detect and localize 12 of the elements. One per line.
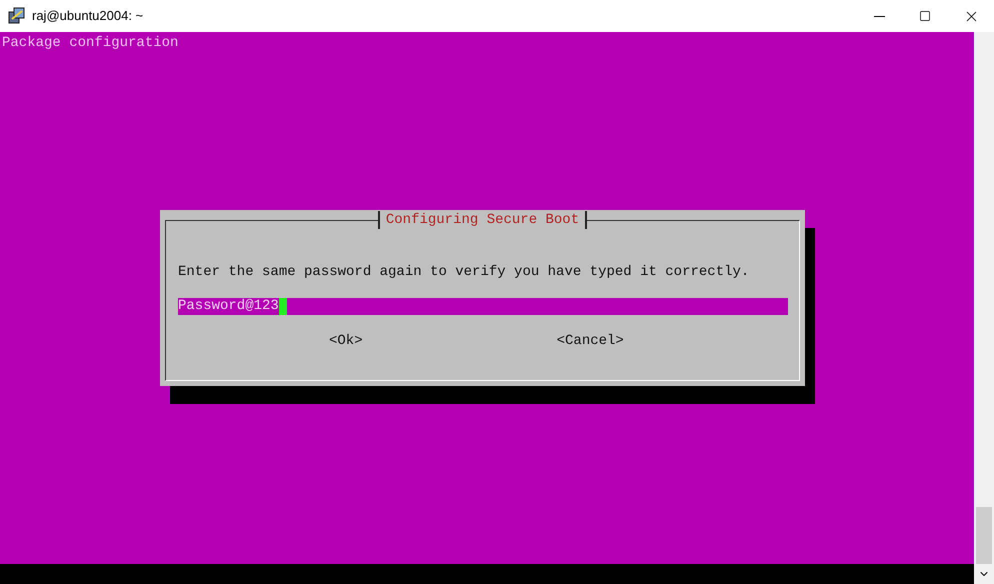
cancel-button[interactable]: <Cancel> xyxy=(556,332,624,350)
scrollbar-thumb[interactable] xyxy=(976,507,992,564)
maximize-icon xyxy=(919,10,931,22)
password-field[interactable]: Password@123 xyxy=(178,298,788,315)
terminal-app-icon xyxy=(8,7,26,25)
dialog-message: Enter the same password again to verify you have typed it correctly. xyxy=(178,263,750,281)
scrollbar[interactable] xyxy=(974,32,994,584)
ok-button[interactable]: <Ok> xyxy=(329,332,363,350)
dialog-title: Configuring Secure Boot xyxy=(378,211,588,229)
window-title: raj@ubuntu2004: ~ xyxy=(32,7,144,26)
terminal-header: Package configuration xyxy=(2,34,180,52)
text-cursor xyxy=(278,298,287,315)
